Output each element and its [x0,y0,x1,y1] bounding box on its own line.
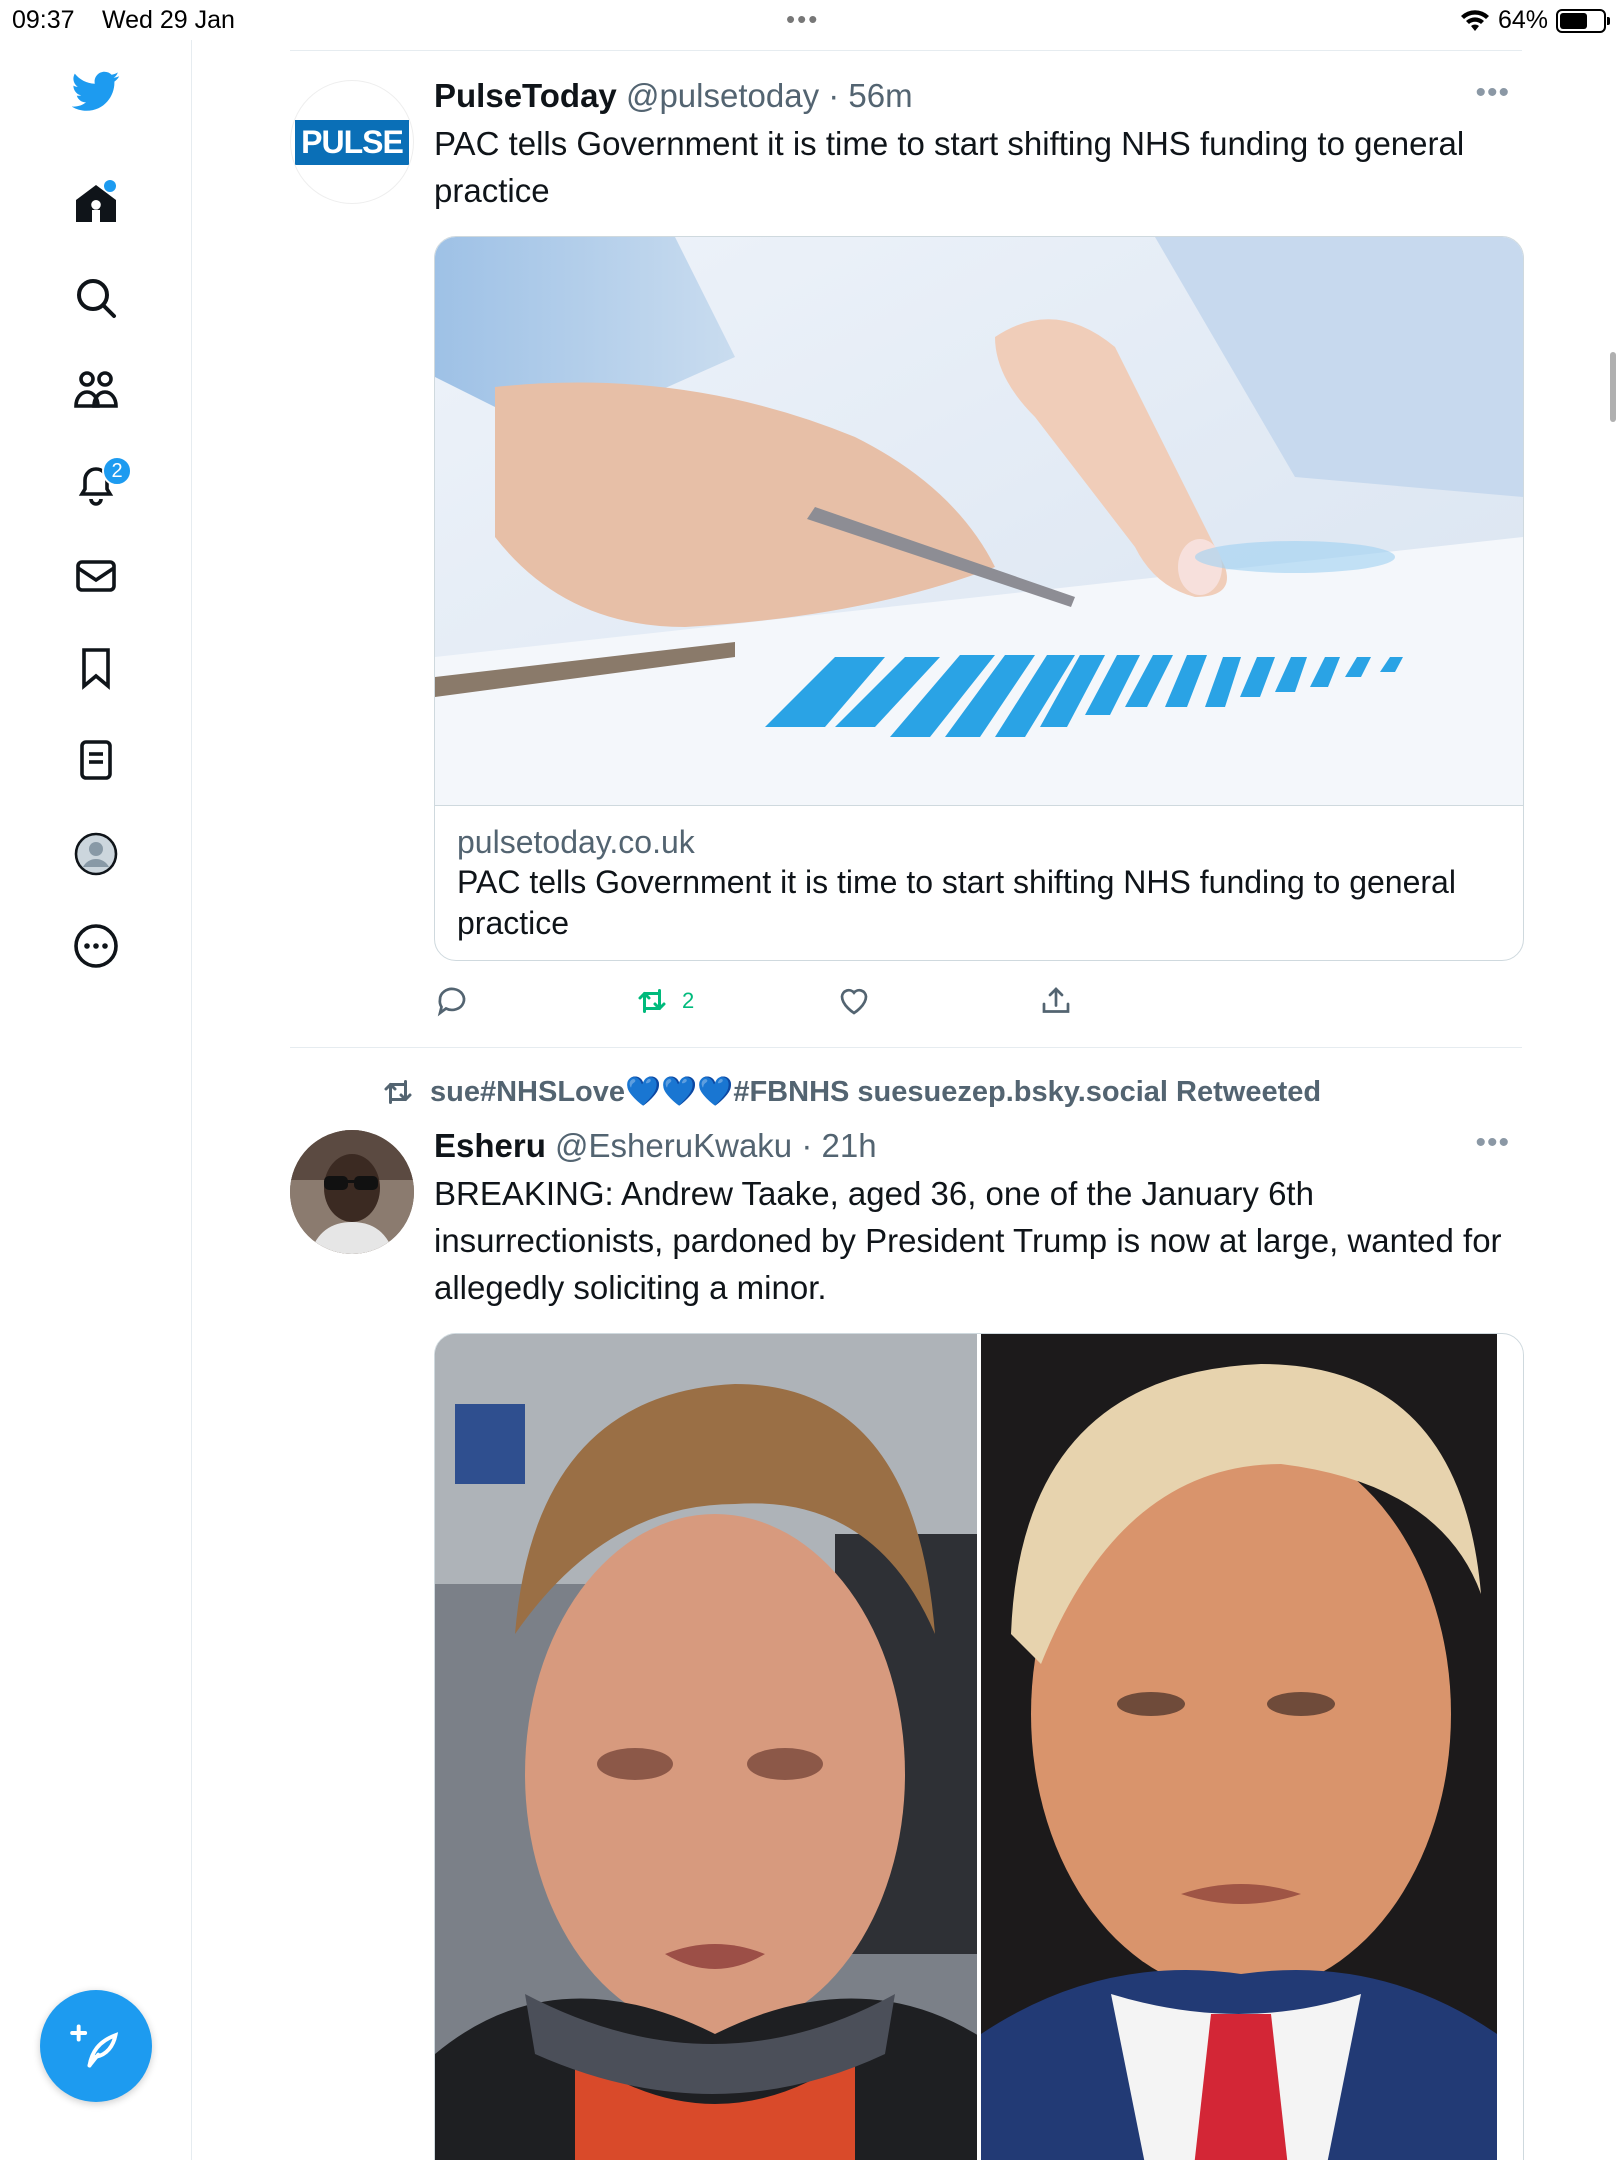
home-new-dot [104,180,116,192]
profile-nav-button[interactable] [60,818,132,890]
communities-icon [74,371,118,408]
tweet-header: Esheru @EsheruKwaku · 21h [434,1126,1524,1166]
multitasking-dots[interactable]: ••• [786,4,819,35]
status-bar: 09:37 Wed 29 Jan ••• 64% [0,0,1620,40]
tweet-photo-right[interactable] [981,1334,1523,2160]
avatar[interactable] [290,1130,414,1254]
tweet-time[interactable]: 56m [848,77,912,114]
tweet-more-button[interactable]: ••• [1475,76,1510,110]
twitter-logo-icon[interactable] [60,54,132,126]
esheru-avatar-photo [290,1130,414,1254]
status-indicators: 64% [1460,6,1610,35]
retweet-icon [384,1080,412,1104]
search-nav-button[interactable] [60,262,132,334]
share-button[interactable] [1038,983,1074,1019]
tweet-separator: · [792,1127,822,1164]
tweet-media[interactable] [434,1333,1524,2160]
link-card-meta: pulsetoday.co.uk PAC tells Government it… [435,805,1523,960]
link-card-domain: pulsetoday.co.uk [457,824,695,860]
compose-feather-icon [70,2024,119,2068]
battery-percent: 64% [1497,6,1548,34]
search-icon [77,279,116,318]
tweet-time[interactable]: 21h [821,1127,876,1164]
tweet-more-button[interactable]: ••• [1475,1126,1510,1160]
tweet-author-handle[interactable]: @pulsetoday [626,77,819,114]
avatar[interactable]: PULSE [290,80,414,204]
home-nav-button[interactable] [60,168,132,240]
status-date: Wed 29 Jan [102,6,235,34]
tweet-text: PAC tells Government it is time to start… [434,125,1465,209]
trump-portrait-photo [981,1334,1497,2160]
status-time: 09:37 [12,6,75,34]
tweet-text: BREAKING: Andrew Taake, aged 36, one of … [434,1175,1502,1306]
tweet-author-name[interactable]: PulseToday [434,77,617,114]
messages-icon [76,560,116,592]
sidebar: 2 [0,40,192,2160]
man-portrait-photo [435,1334,977,2160]
battery-icon [1556,8,1610,33]
reply-button[interactable] [434,983,470,1019]
tweet-author-name[interactable]: Esheru [434,1127,546,1164]
scrollbar-thumb[interactable] [1610,352,1616,422]
retweet-context-text: sue#NHSLove💙💙💙#FBNHS suesuezep.bsky.soci… [430,1076,1322,1108]
communities-nav-button[interactable] [60,354,132,426]
lists-nav-button[interactable] [60,724,132,796]
messages-nav-button[interactable] [60,540,132,612]
link-card[interactable]: pulsetoday.co.uk PAC tells Government it… [434,236,1524,961]
retweet-context[interactable]: sue#NHSLove💙💙💙#FBNHS suesuezep.bsky.soci… [380,1074,1321,1110]
wifi-icon [1460,9,1489,31]
bookmarks-icon [82,648,110,690]
link-card-title: PAC tells Government it is time to start… [457,864,1456,941]
retweet-button[interactable]: 2 [634,983,694,1019]
share-icon [1042,987,1070,1013]
tweet-divider [290,1047,1522,1048]
tweet-actions: 2 [434,975,1524,1035]
like-button[interactable] [836,983,872,1019]
compose-tweet-button[interactable] [40,1990,152,2102]
more-icon [74,924,118,968]
more-nav-button[interactable] [60,910,132,982]
link-card-image [435,237,1523,805]
chart-document-photo [435,237,1523,805]
lists-icon [80,740,112,780]
profile-icon [74,832,118,876]
pulse-logo: PULSE [295,119,409,165]
feed-top-divider [290,50,1522,51]
tweet-photo-left[interactable] [435,1334,977,2160]
notifications-nav-button[interactable]: 2 [60,448,132,520]
notifications-badge: 2 [102,456,132,486]
tweet-separator: · [819,77,849,114]
reply-icon [437,987,466,1017]
heart-icon [840,988,868,1015]
retweet-icon [638,989,666,1013]
tweet-header: PulseToday @pulsetoday · 56m [434,76,1524,116]
tweet-author-handle[interactable]: @EsheruKwaku [555,1127,792,1164]
bookmarks-nav-button[interactable] [60,632,132,704]
battery-level [1560,12,1587,29]
retweet-count: 2 [682,988,695,1013]
